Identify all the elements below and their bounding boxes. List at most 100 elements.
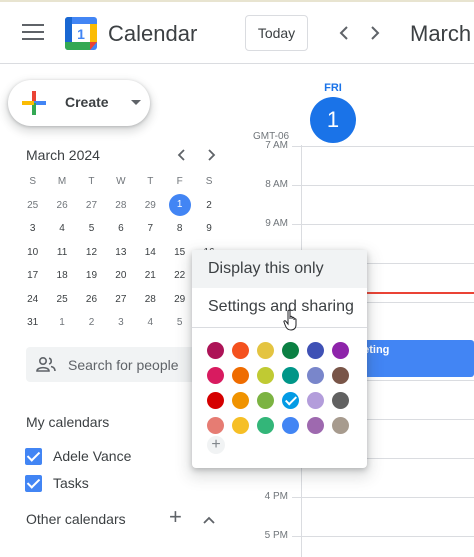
mini-calendar-day[interactable]: 27 [77, 200, 106, 211]
mini-calendar-day[interactable]: 5 [77, 223, 106, 234]
color-swatch[interactable] [307, 417, 324, 434]
mini-calendar-day[interactable]: 13 [106, 247, 135, 258]
event-block[interactable]: eeting [357, 340, 474, 377]
color-swatch[interactable] [282, 417, 299, 434]
current-time-line [366, 292, 474, 294]
mini-calendar-day[interactable]: 28 [106, 200, 135, 211]
my-calendars-title[interactable]: My calendars [26, 414, 109, 430]
mini-calendar-day[interactable]: 20 [106, 270, 135, 281]
calendar-item-adele-vance[interactable]: Adele Vance [25, 446, 131, 466]
color-swatch[interactable] [332, 342, 349, 359]
calendar-label: Adele Vance [53, 448, 132, 464]
mini-calendar-day[interactable]: 25 [47, 294, 76, 305]
mini-calendar-day[interactable]: 15 [165, 247, 194, 258]
mini-calendar-day[interactable]: 12 [77, 247, 106, 258]
hand-cursor-icon [283, 309, 299, 331]
mini-next-month-chevron-icon[interactable] [204, 148, 218, 162]
mini-calendar-day[interactable]: 17 [18, 270, 47, 281]
mini-calendar-day[interactable]: 18 [47, 270, 76, 281]
mini-calendar-day[interactable]: 3 [18, 223, 47, 234]
mini-calendar-day[interactable]: 6 [106, 223, 135, 234]
color-swatch[interactable] [307, 392, 324, 409]
hour-label: 5 PM [264, 530, 288, 541]
mini-calendar-day[interactable]: 21 [136, 270, 165, 281]
mini-calendar-day[interactable]: 14 [136, 247, 165, 258]
hour-label: 9 AM [265, 218, 288, 229]
mini-calendar-day[interactable]: 19 [77, 270, 106, 281]
color-swatch[interactable] [307, 367, 324, 384]
mini-calendar-day[interactable]: 25 [18, 200, 47, 211]
color-swatch[interactable] [257, 417, 274, 434]
day-number[interactable]: 1 [310, 97, 356, 143]
mini-calendar-day[interactable]: 2 [194, 200, 223, 211]
color-swatch[interactable] [282, 367, 299, 384]
color-swatch[interactable] [282, 392, 299, 409]
mini-calendar-day[interactable]: 10 [18, 247, 47, 258]
color-swatch[interactable] [257, 367, 274, 384]
color-swatch[interactable] [332, 367, 349, 384]
mini-calendar-day[interactable]: 4 [47, 223, 76, 234]
mini-calendar-week: 25 26 27 28 29 1 2 [18, 194, 224, 218]
mini-calendar-day[interactable]: 31 [18, 317, 47, 328]
mini-calendar-day[interactable]: 2 [77, 317, 106, 328]
mini-calendar-day[interactable]: 5 [165, 317, 194, 328]
menu-item-settings-and-sharing[interactable]: Settings and sharing [192, 288, 367, 326]
add-other-calendar-plus-icon[interactable]: + [169, 506, 182, 528]
color-swatch[interactable] [232, 392, 249, 409]
current-period-title: March [410, 21, 472, 46]
svg-text:1: 1 [77, 26, 85, 42]
color-swatch[interactable] [332, 417, 349, 434]
mini-calendar-day[interactable]: 29 [165, 294, 194, 305]
other-calendars-title[interactable]: Other calendars [26, 511, 126, 527]
previous-day-chevron-icon[interactable] [333, 22, 355, 44]
people-icon [36, 356, 56, 372]
mini-calendar-day[interactable]: 29 [136, 200, 165, 211]
mini-calendar-day[interactable]: 22 [165, 270, 194, 281]
color-swatch[interactable] [282, 342, 299, 359]
calendar-checkbox[interactable] [25, 474, 42, 492]
mini-calendar-day[interactable]: 26 [77, 294, 106, 305]
day-name: FRI [324, 82, 342, 94]
next-day-chevron-icon[interactable] [364, 22, 386, 44]
color-swatch[interactable] [207, 417, 224, 434]
color-swatch[interactable] [232, 342, 249, 359]
color-swatch[interactable] [257, 392, 274, 409]
mini-calendar-day[interactable]: 7 [136, 223, 165, 234]
create-plus-icon [22, 91, 46, 115]
weekday-label: S [29, 176, 37, 188]
weekday-header-row: S M T W T F S [18, 170, 224, 194]
create-button[interactable]: Create [8, 80, 150, 126]
mini-calendar-day[interactable]: 27 [106, 294, 135, 305]
color-swatch[interactable] [207, 392, 224, 409]
menu-item-display-this-only[interactable]: Display this only [192, 250, 367, 288]
calendar-item-tasks[interactable]: Tasks [25, 473, 89, 493]
color-swatch[interactable] [232, 417, 249, 434]
color-swatch[interactable] [307, 342, 324, 359]
mini-calendar-day[interactable]: 3 [106, 317, 135, 328]
mini-calendar-day[interactable]: 11 [47, 247, 76, 258]
mini-calendar-day[interactable]: 1 [47, 317, 76, 328]
mini-calendar-day[interactable]: 8 [165, 223, 194, 234]
calendar-app: 1 Calendar Today March Create March 2024 [0, 0, 474, 557]
mini-previous-month-chevron-icon[interactable] [175, 148, 189, 162]
search-people-field[interactable]: Search for people [26, 347, 201, 382]
mini-calendar-day[interactable]: 24 [18, 294, 47, 305]
mini-calendar-day[interactable]: 26 [47, 200, 76, 211]
color-swatch[interactable] [207, 342, 224, 359]
today-button[interactable]: Today [245, 15, 308, 51]
color-swatch[interactable] [257, 342, 274, 359]
mini-calendar-day[interactable]: 1 [165, 194, 194, 217]
hamburger-menu-icon[interactable] [22, 24, 44, 42]
mini-calendar-day[interactable]: 9 [194, 223, 223, 234]
calendar-checkbox[interactable] [25, 447, 42, 465]
color-swatch[interactable] [232, 367, 249, 384]
mini-calendar-week: 3456789 [18, 217, 224, 241]
hour-label: 8 AM [265, 179, 288, 190]
color-swatch[interactable] [332, 392, 349, 409]
add-custom-color-button[interactable]: + [207, 436, 225, 454]
mini-calendar-day[interactable]: 28 [136, 294, 165, 305]
weekday-label: F [176, 176, 183, 188]
mini-calendar-day[interactable]: 4 [136, 317, 165, 328]
color-swatch[interactable] [207, 367, 224, 384]
collapse-chevron-up-icon[interactable] [202, 512, 216, 524]
